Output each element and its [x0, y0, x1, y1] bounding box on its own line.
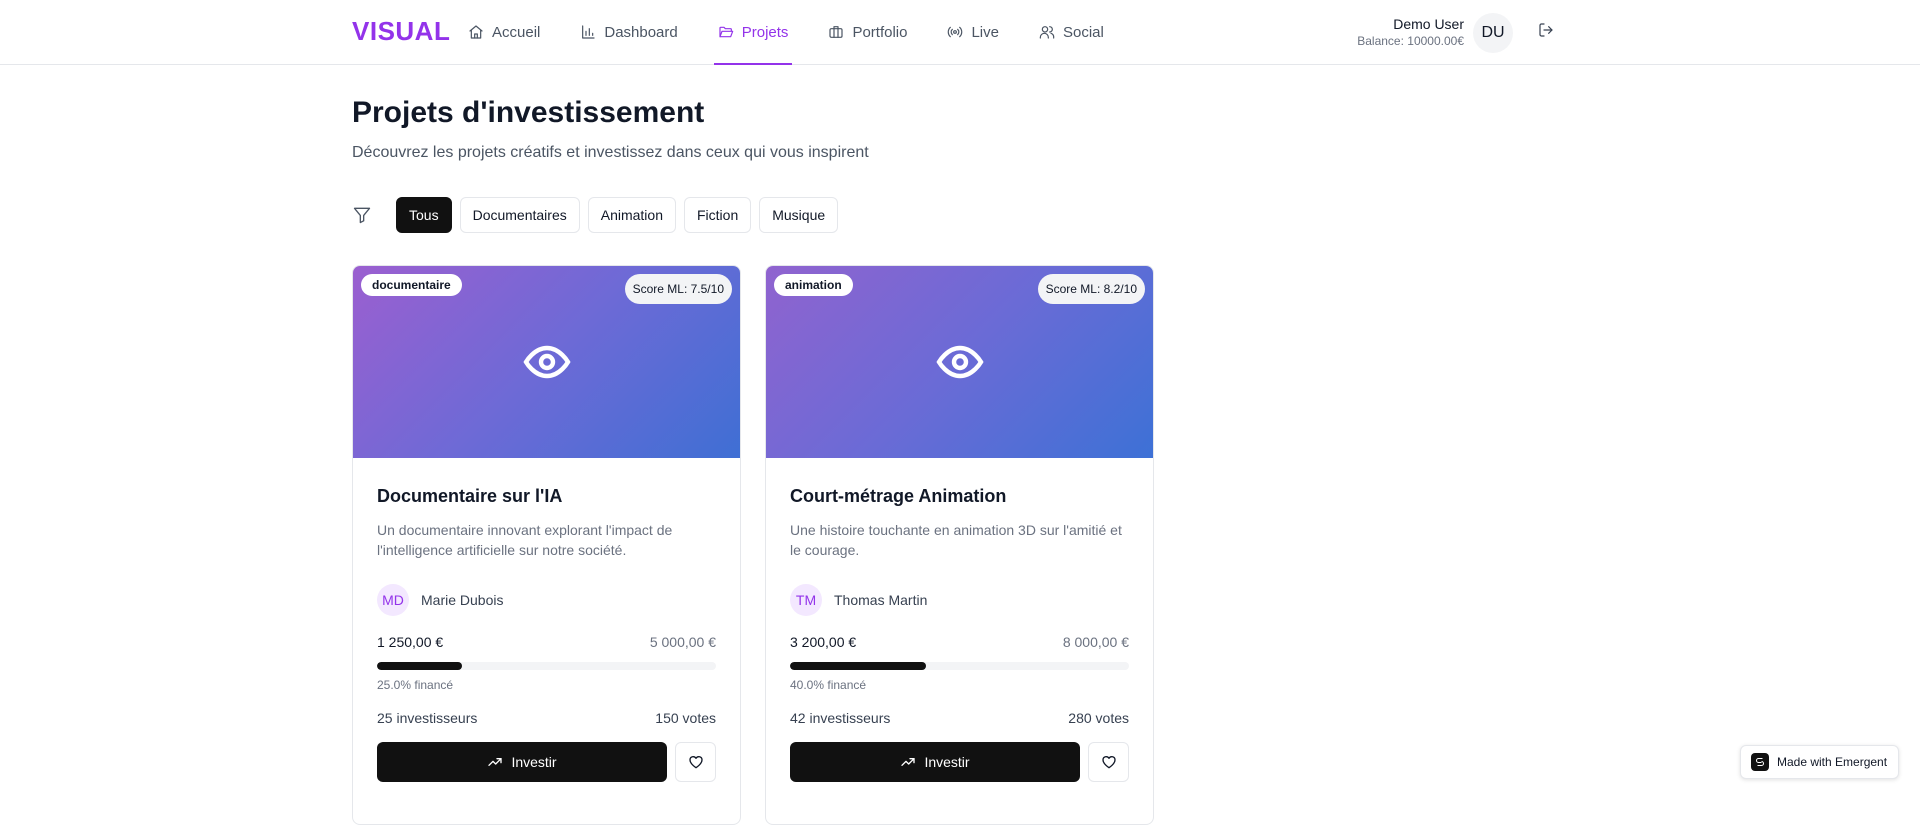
filter-chip-fiction[interactable]: Fiction [684, 197, 752, 233]
project-creator: MD Marie Dubois [377, 584, 716, 616]
project-title: Documentaire sur l'IA [377, 486, 563, 506]
funding-progress-fill [790, 662, 926, 670]
logout-icon [1539, 23, 1553, 37]
invest-button-label: Investir [924, 754, 970, 770]
top-navigation-bar: VISUAL Accueil Dashboard Projets Portfol… [0, 0, 1920, 65]
radio-icon [948, 26, 963, 38]
heart-icon [688, 756, 703, 769]
amount-goal: 8 000,00 € [1062, 634, 1129, 650]
made-with-label: Made with Emergent [1777, 755, 1888, 769]
funded-percent: 40.0% financé [790, 678, 867, 692]
nav-item-portfolio[interactable]: Portfolio [826, 0, 909, 64]
project-cover: animation Score ML: 8.2/10 [766, 266, 1153, 458]
project-description: Une histoire touchante en animation 3D s… [790, 522, 1122, 558]
nav-label-dashboard: Dashboard [604, 23, 678, 41]
funding-progress-fill [377, 662, 462, 670]
trending-up-icon [488, 758, 503, 766]
creator-name: Thomas Martin [834, 592, 928, 608]
category-filters: Tous Documentaires Animation Fiction Mus… [352, 197, 839, 233]
category-badge: documentaire [361, 274, 462, 296]
eye-icon[interactable] [522, 338, 571, 386]
invest-button[interactable]: Investir [377, 742, 667, 782]
ml-score-badge: Score ML: 7.5/10 [624, 274, 732, 304]
made-with-emergent-badge[interactable]: Made with Emergent [1740, 745, 1900, 779]
eye-icon[interactable] [935, 338, 984, 386]
investors-count: 42 investisseurs [790, 710, 891, 726]
bar-chart-icon [582, 25, 595, 39]
briefcase-icon [829, 26, 844, 38]
filter-chip-musique[interactable]: Musique [759, 197, 839, 233]
project-creator: TM Thomas Martin [790, 584, 1129, 616]
home-icon [469, 25, 483, 39]
nav-label-portfolio: Portfolio [852, 23, 908, 41]
creator-avatar: TM [790, 584, 822, 616]
invest-button[interactable]: Investir [790, 742, 1080, 782]
users-icon [1039, 26, 1055, 39]
funded-percent: 25.0% financé [377, 678, 454, 692]
filter-chip-documentaires[interactable]: Documentaires [459, 197, 580, 233]
project-stats: 25 investisseurs 150 votes [377, 710, 716, 726]
votes-count: 280 votes [1068, 710, 1129, 726]
nav-item-accueil[interactable]: Accueil [466, 0, 542, 64]
user-info: Demo User Balance: 10000.00€ [1357, 16, 1464, 48]
main-nav: Accueil Dashboard Projets Portfolio Live… [466, 0, 1142, 65]
investors-count: 25 investisseurs [377, 710, 478, 726]
creator-avatar: MD [377, 584, 409, 616]
app-logo[interactable]: VISUAL [352, 16, 450, 47]
project-card[interactable]: animation Score ML: 8.2/10 Court-métrage… [765, 265, 1154, 825]
card-actions: Investir [377, 742, 716, 782]
filter-icon [352, 205, 372, 225]
like-button[interactable] [1088, 742, 1129, 782]
funding-progress-bar [377, 662, 716, 670]
avatar[interactable]: DU [1473, 13, 1513, 53]
filter-chip-tous[interactable]: Tous [396, 197, 452, 233]
folder-open-icon [719, 26, 734, 38]
category-badge: animation [774, 274, 853, 296]
logout-button[interactable] [1538, 22, 1558, 42]
project-card[interactable]: documentaire Score ML: 7.5/10 Documentai… [352, 265, 741, 825]
emergent-logo-icon [1751, 753, 1769, 771]
user-name: Demo User [1393, 16, 1464, 32]
votes-count: 150 votes [655, 710, 716, 726]
funding-amounts: 3 200,00 € 8 000,00 € [790, 634, 1129, 650]
user-balance: Balance: 10000.00€ [1357, 34, 1464, 48]
invest-button-label: Investir [511, 754, 557, 770]
filter-chip-animation[interactable]: Animation [587, 197, 676, 233]
funding-progress-bar [790, 662, 1129, 670]
nav-item-live[interactable]: Live [945, 0, 1001, 64]
like-button[interactable] [675, 742, 716, 782]
page-title: Projets d'investissement [352, 96, 705, 129]
amount-raised: 3 200,00 € [790, 634, 857, 650]
project-description: Un documentaire innovant explorant l'imp… [377, 522, 673, 558]
card-actions: Investir [790, 742, 1129, 782]
nav-label-accueil: Accueil [492, 23, 541, 41]
amount-goal: 5 000,00 € [649, 634, 716, 650]
funding-amounts: 1 250,00 € 5 000,00 € [377, 634, 716, 650]
nav-label-social: Social [1063, 23, 1104, 41]
amount-raised: 1 250,00 € [377, 634, 444, 650]
ml-score-badge: Score ML: 8.2/10 [1037, 274, 1145, 304]
nav-label-live: Live [971, 23, 999, 41]
nav-item-dashboard[interactable]: Dashboard [578, 0, 679, 64]
project-cover: documentaire Score ML: 7.5/10 [353, 266, 740, 458]
page-subtitle: Découvrez les projets créatifs et invest… [352, 144, 869, 161]
nav-label-projets: Projets [741, 23, 789, 41]
nav-item-projets[interactable]: Projets [713, 0, 793, 65]
creator-name: Marie Dubois [421, 592, 504, 608]
project-title: Court-métrage Animation [790, 486, 1007, 506]
heart-icon [1101, 756, 1116, 769]
project-stats: 42 investisseurs 280 votes [790, 710, 1129, 726]
trending-up-icon [901, 758, 916, 766]
nav-item-social[interactable]: Social [1037, 0, 1106, 64]
